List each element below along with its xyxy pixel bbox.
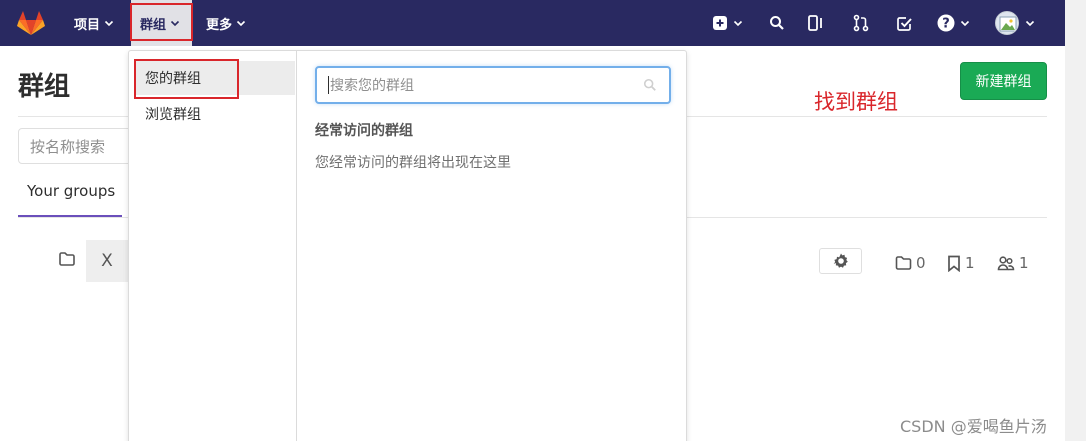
users-icon [997, 256, 1015, 271]
todo-check-icon [897, 16, 912, 31]
watermark: CSDN @爱喝鱼片汤 [900, 417, 1047, 436]
nav-projects-label: 项目 [74, 17, 101, 33]
groups-dropdown: 您的群组 浏览群组 搜索您的群组 经常访问的群组 您经常访问的群组将出现在这里 [128, 50, 687, 441]
svg-text:?: ? [942, 17, 950, 32]
filter-by-name-input[interactable]: 按名称搜索 [18, 128, 138, 164]
user-avatar-image-icon [999, 16, 1017, 32]
folder-icon [59, 252, 75, 266]
chevron-down-icon [170, 20, 180, 27]
nav-more[interactable]: 更多 [206, 0, 246, 46]
chevron-down-icon [733, 20, 743, 27]
groups-search-placeholder: 搜索您的群组 [330, 78, 414, 94]
search-icon [643, 78, 656, 91]
tab-your-groups[interactable]: Your groups [18, 170, 122, 217]
subgroups-count: 0 [895, 254, 926, 272]
new-group-button[interactable]: 新建群组 [960, 62, 1047, 100]
nav-projects[interactable]: 项目 [74, 0, 114, 46]
search-button[interactable] [769, 12, 785, 34]
folder-icon [895, 256, 912, 270]
members-count: 1 [997, 254, 1029, 272]
page-title: 群组 [18, 72, 71, 102]
groups-dropdown-sidebar: 您的群组 浏览群组 [129, 51, 297, 441]
todos-button[interactable] [896, 12, 913, 34]
group-avatar[interactable]: X [86, 240, 128, 282]
chevron-down-icon [104, 20, 114, 27]
gear-icon [833, 253, 848, 268]
dropdown-item-your-groups[interactable]: 您的群组 [135, 61, 295, 95]
nav-groups[interactable]: 群组 [131, 0, 192, 46]
chevron-down-icon [236, 20, 246, 27]
subgroups-count-value: 0 [916, 254, 926, 272]
gitlab-logo-icon[interactable] [17, 10, 45, 36]
dropdown-item-explore-groups[interactable]: 浏览群组 [135, 97, 295, 131]
help-icon: ? [937, 14, 955, 32]
projects-count-value: 1 [965, 254, 975, 272]
projects-count: 1 [947, 254, 975, 272]
page: 项目 群组 更多 ? 群组 新建群组 找到群组 按名称搜索 Your group… [0, 0, 1086, 441]
nav-groups-label: 群组 [140, 17, 167, 33]
groups-search-input[interactable]: 搜索您的群组 [315, 66, 671, 104]
chevron-down-icon[interactable] [1024, 18, 1036, 28]
issues-button[interactable] [808, 12, 824, 34]
merge-requests-button[interactable] [853, 12, 869, 34]
merge-request-icon [853, 14, 869, 32]
group-settings-button[interactable] [819, 248, 862, 274]
help-dropdown[interactable]: ? [937, 12, 971, 34]
text-caret [328, 76, 329, 94]
frequent-groups-title: 经常访问的群组 [315, 123, 413, 139]
nav-more-label: 更多 [206, 17, 233, 33]
bookmark-icon [948, 255, 960, 272]
annotation-text: 找到群组 [814, 90, 898, 114]
scrollbar[interactable] [1065, 0, 1086, 441]
frequent-groups-empty-message: 您经常访问的群组将出现在这里 [315, 155, 511, 171]
avatar[interactable] [995, 11, 1019, 35]
chevron-down-icon [960, 20, 970, 27]
top-navbar: 项目 群组 更多 ? [0, 0, 1065, 46]
members-count-value: 1 [1019, 254, 1029, 272]
plus-square-icon [713, 16, 727, 30]
new-item-dropdown[interactable] [712, 12, 744, 34]
sidebar-panel-icon [808, 15, 822, 31]
search-icon [770, 16, 784, 30]
